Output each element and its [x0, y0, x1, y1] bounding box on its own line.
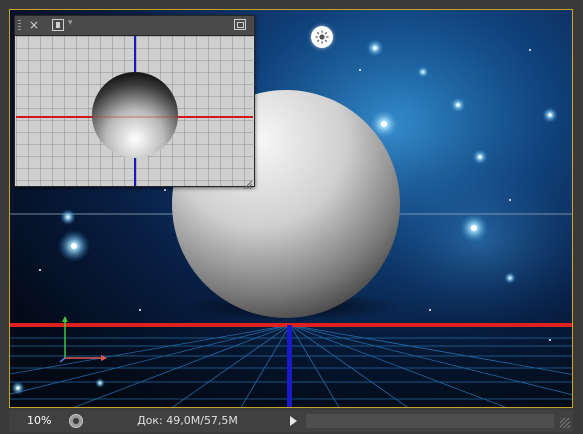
export-icon[interactable] [52, 19, 64, 31]
mini-sphere [92, 72, 178, 158]
document-size-info: Док: 49,0M/57,5M [137, 414, 238, 427]
resize-grip-icon[interactable] [242, 174, 253, 190]
close-icon[interactable]: × [29, 17, 39, 33]
chevron-down-icon[interactable]: ▾ [68, 18, 73, 28]
secondary-view-panel[interactable]: × ▾ [14, 15, 255, 190]
corner-grip-icon[interactable] [560, 418, 570, 428]
status-bar: 10% Док: 49,0M/57,5M [9, 410, 573, 432]
panel-header[interactable]: × ▾ [15, 16, 254, 36]
zoom-level-field[interactable]: 10% [15, 413, 59, 429]
fit-view-icon[interactable] [234, 19, 246, 30]
sun-icon[interactable] [311, 26, 333, 48]
z-axis-line [287, 325, 292, 407]
horizontal-scrollbar[interactable] [306, 414, 554, 428]
grip-icon[interactable] [18, 20, 21, 31]
play-arrow-icon[interactable] [285, 413, 301, 429]
quick-mask-icon[interactable] [69, 414, 83, 428]
secondary-view-grid[interactable] [16, 36, 253, 186]
